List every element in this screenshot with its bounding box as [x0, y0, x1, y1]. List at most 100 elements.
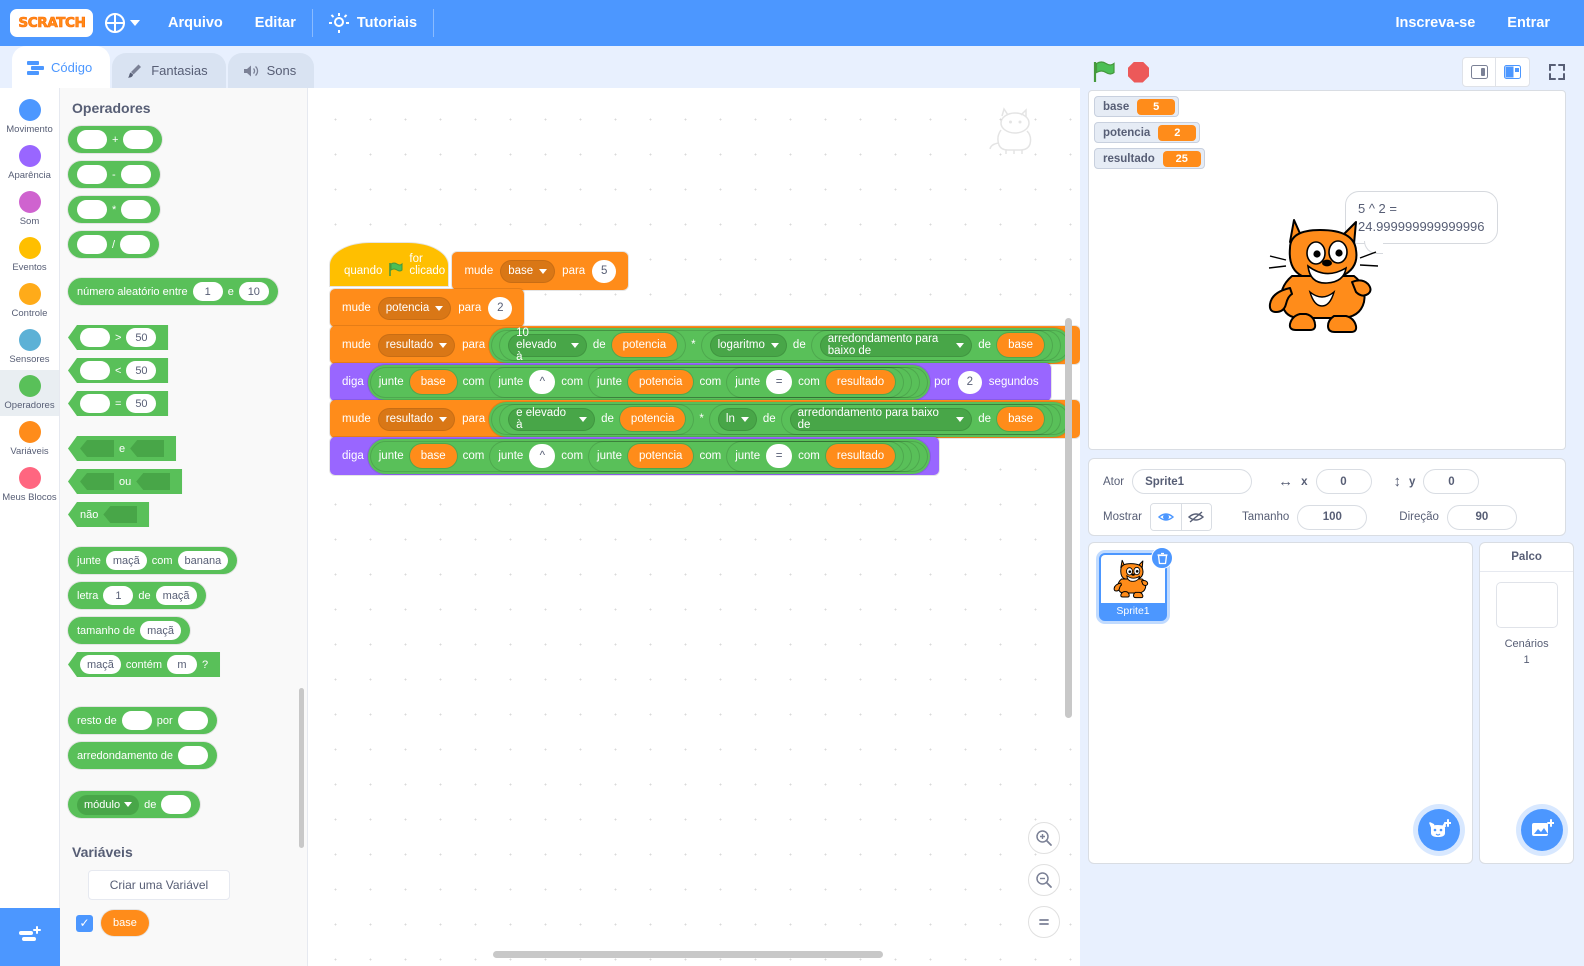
mod-a-input[interactable]: [121, 711, 152, 730]
sprite-name-input[interactable]: Sprite1: [1132, 469, 1253, 494]
show-sprite-button[interactable]: [1150, 504, 1181, 530]
palette-block-multiply[interactable]: *: [68, 196, 161, 223]
palette-block-add[interactable]: +: [68, 126, 163, 153]
palette-block-letter-of[interactable]: letra 1 de maçã: [68, 582, 206, 609]
block-set-base[interactable]: mude base para 5: [452, 252, 629, 290]
block-mathop-10-elevado[interactable]: 10 elevado à de potencia: [500, 327, 686, 363]
bool-slot[interactable]: [103, 506, 138, 523]
palette-block-greater-than[interactable]: > 50: [68, 325, 169, 350]
palette-block-mod[interactable]: resto de por: [68, 707, 217, 734]
operand-b-input[interactable]: [121, 200, 152, 219]
join-equals-input[interactable]: =: [766, 370, 793, 394]
operand-b-input[interactable]: 50: [126, 328, 157, 347]
zoom-out-button[interactable]: [1028, 864, 1060, 896]
hide-sprite-button[interactable]: [1180, 504, 1211, 530]
operand-a-input[interactable]: [77, 200, 107, 219]
fullscreen-button[interactable]: [1540, 57, 1574, 87]
palette-block-mathop[interactable]: módulo de: [68, 791, 201, 818]
sprite-size-input[interactable]: 100: [1297, 504, 1368, 530]
delete-sprite-button[interactable]: [1151, 547, 1173, 569]
palette-block-subtract[interactable]: -: [68, 161, 160, 188]
mathop-dropdown[interactable]: e elevado à: [508, 407, 596, 431]
sidebar-item-variaveis[interactable]: Variáveis: [0, 416, 59, 462]
tab-sons[interactable]: Sons: [227, 53, 315, 88]
palette-block-not[interactable]: não: [68, 502, 150, 527]
zoom-reset-button[interactable]: [1028, 906, 1060, 938]
operand-a-input[interactable]: [80, 394, 110, 413]
mathop-input[interactable]: [161, 795, 192, 814]
join-caret-input[interactable]: ^: [529, 444, 556, 468]
mathop-dropdown[interactable]: 10 elevado à: [508, 327, 587, 363]
block-join-3[interactable]: junte potencia com junte = com resultado: [589, 441, 912, 471]
add-sprite-button[interactable]: [1418, 809, 1461, 851]
variable-visibility-checkbox[interactable]: ✓: [76, 914, 93, 932]
block-mathop-logaritmo[interactable]: logaritmo de arredondamento para baixo d…: [701, 330, 1060, 360]
round-input[interactable]: [178, 746, 209, 765]
stage[interactable]: base 5 potencia 2 resultado 25 5 ^ 2 = 2…: [1088, 90, 1566, 450]
block-say-for-seconds[interactable]: diga junte base com junte ^ com junte po…: [330, 363, 1051, 401]
set-variable-dropdown[interactable]: resultado: [377, 407, 456, 431]
menu-item-editar[interactable]: Editar: [239, 15, 312, 31]
tab-codigo[interactable]: Código: [12, 46, 111, 88]
block-say[interactable]: diga junte base com junte ^ com junte po…: [330, 437, 940, 475]
operand-a-input[interactable]: [77, 130, 107, 149]
sidebar-item-movimento[interactable]: Movimento: [0, 94, 59, 140]
block-multiply-outer[interactable]: e elevado à de potencia * ln de arredond…: [492, 404, 1068, 434]
mathop-dropdown[interactable]: arredondamento para baixo de: [819, 333, 973, 357]
block-join-2[interactable]: junte ^ com junte potencia com junte = c…: [490, 367, 920, 397]
variable-monitor-potencia[interactable]: potencia 2: [1094, 122, 1201, 143]
mod-b-input[interactable]: [177, 711, 208, 730]
block-mathop-e-elevado[interactable]: e elevado à de potencia: [500, 404, 694, 434]
random-from-input[interactable]: 1: [192, 282, 223, 301]
block-set-resultado-log10[interactable]: mude resultado para 10 elevado à de pote…: [330, 326, 1080, 364]
palette-block-and[interactable]: e: [68, 436, 177, 461]
random-to-input[interactable]: 10: [238, 282, 269, 301]
letter-index-input[interactable]: 1: [103, 586, 134, 605]
green-flag-button[interactable]: [1092, 60, 1116, 84]
join-caret-input[interactable]: ^: [529, 370, 556, 394]
palette-block-divide[interactable]: /: [68, 231, 160, 258]
bool-b-slot[interactable]: [130, 440, 165, 457]
backdrop-thumbnail[interactable]: [1495, 582, 1558, 628]
join-a-input[interactable]: maçã: [105, 551, 147, 570]
mathop-dropdown[interactable]: ln: [717, 407, 757, 431]
zoom-in-button[interactable]: [1028, 822, 1060, 854]
set-variable-dropdown[interactable]: base: [500, 259, 556, 283]
sidebar-item-sensores[interactable]: Sensores: [0, 324, 59, 370]
length-string-input[interactable]: maçã: [140, 621, 182, 640]
variable-resultado[interactable]: resultado: [825, 370, 896, 394]
palette-block-or[interactable]: ou: [68, 469, 183, 494]
block-join-1[interactable]: junte base com junte ^ com junte potenci…: [370, 367, 928, 397]
sidebar-item-controle[interactable]: Controle: [0, 278, 59, 324]
variable-base[interactable]: base: [409, 444, 457, 468]
variable-resultado[interactable]: resultado: [825, 444, 896, 468]
variable-monitor-base[interactable]: base 5: [1094, 96, 1180, 117]
operand-b-input[interactable]: 50: [126, 394, 157, 413]
block-mathop-floor[interactable]: arredondamento para baixo de de base: [811, 330, 1052, 360]
script-stack[interactable]: quando for clicado mude base para 5 mude: [330, 243, 1080, 475]
operand-a-input[interactable]: [77, 235, 107, 254]
sidebar-item-meus-blocos[interactable]: Meus Blocos: [0, 462, 59, 508]
join-equals-input[interactable]: =: [766, 444, 793, 468]
set-variable-dropdown[interactable]: resultado: [377, 333, 456, 357]
bool-a-slot[interactable]: [80, 440, 114, 457]
sidebar-item-aparencia[interactable]: Aparência: [0, 140, 59, 186]
sprite-list[interactable]: Sprite1: [1088, 542, 1474, 864]
variable-potencia[interactable]: potencia: [619, 407, 686, 431]
block-set-resultado-ln[interactable]: mude resultado para e elevado à de poten…: [330, 400, 1080, 438]
signup-button[interactable]: Inscreva-se: [1379, 15, 1491, 31]
sidebar-item-som[interactable]: Som: [0, 186, 59, 232]
language-selector[interactable]: [93, 0, 152, 46]
palette-variable-base[interactable]: base: [101, 910, 149, 936]
signin-button[interactable]: Entrar: [1491, 15, 1566, 31]
variable-base[interactable]: base: [997, 333, 1044, 357]
menu-item-arquivo[interactable]: Arquivo: [152, 15, 239, 31]
variable-base[interactable]: base: [409, 370, 457, 394]
contains-haystack-input[interactable]: maçã: [80, 655, 121, 674]
block-mathop-floor[interactable]: arredondamento para baixo de de base: [781, 404, 1052, 434]
sprite-direction-input[interactable]: 90: [1446, 504, 1517, 530]
add-backdrop-button[interactable]: [1521, 809, 1563, 851]
canvas-horizontal-scrollbar[interactable]: [493, 951, 883, 958]
palette-block-random[interactable]: número aleatório entre 1 e 10: [68, 278, 278, 305]
letter-string-input[interactable]: maçã: [155, 586, 197, 605]
